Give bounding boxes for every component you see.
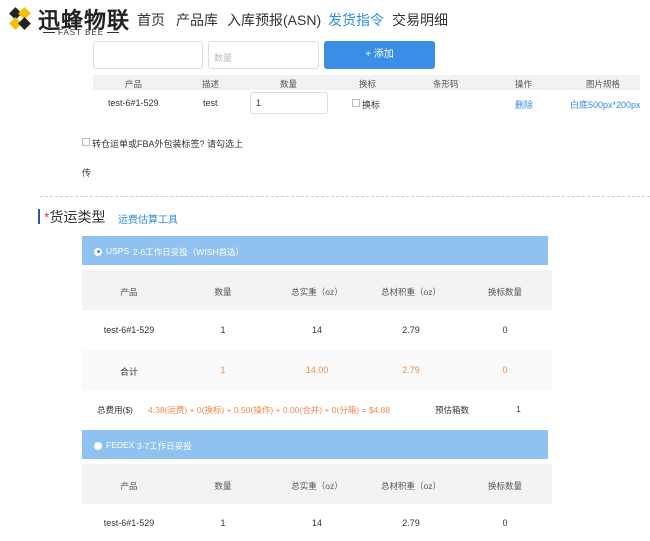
logo-subtitle: FAST BEE — [40, 28, 122, 37]
usps-row-volume: 2.79 — [402, 325, 420, 335]
col-description: 描述 — [202, 79, 220, 89]
quantity-input[interactable]: 数量 — [208, 41, 319, 69]
row-description: test — [203, 98, 218, 108]
freight-estimate-link[interactable]: 运费估算工具 — [118, 211, 178, 226]
box-count-value: 1 — [516, 404, 521, 414]
section-marker — [38, 209, 40, 224]
usps-total-relabel: 0 — [502, 365, 508, 375]
usps-name: USPS — [106, 246, 130, 256]
nav-home[interactable]: 首页 — [137, 10, 165, 30]
fedex-col-relabel: 换标数量 — [487, 481, 522, 491]
usps-total-qty: 1 — [220, 365, 226, 375]
usps-col-relabel: 换标数量 — [487, 287, 522, 297]
carrier-option-fedex[interactable]: FEDEX 3-7工作日妥投 — [82, 430, 548, 459]
row-product: test-6#1-529 — [108, 98, 159, 108]
box-count-label: 预估箱数 — [435, 405, 470, 415]
fedex-name: FEDEX — [106, 440, 135, 450]
fedex-desc: 3-7工作日妥投 — [137, 441, 192, 451]
usps-total-weight: 14.00 — [305, 365, 329, 375]
add-button[interactable]: + 添加 — [324, 41, 435, 69]
carrier-option-usps[interactable]: USPS 2-6工作日妥投（WISH首选） — [82, 236, 548, 265]
col-relabel: 换标 — [359, 79, 377, 89]
nav-shipping-orders[interactable]: 发货指令 — [328, 10, 384, 30]
nav-transactions[interactable]: 交易明细 — [392, 10, 448, 30]
usps-row-relabel: 0 — [502, 325, 508, 335]
fedex-col-volume: 总材积重（oz） — [381, 481, 441, 491]
usps-radio[interactable] — [94, 247, 102, 256]
usps-col-product: 产品 — [120, 287, 138, 297]
fedex-row-relabel: 0 — [502, 518, 508, 528]
usps-row-product: test-6#1-529 — [103, 325, 155, 335]
col-quantity: 数量 — [280, 79, 298, 89]
fedex-radio[interactable] — [94, 441, 102, 450]
total-fee-label: 总费用($) — [97, 405, 133, 415]
fedex-col-weight: 总实重（oz） — [291, 481, 343, 491]
relabel-label: 换标 — [362, 100, 381, 110]
shipping-type-label: 货运类型 — [49, 209, 106, 225]
usps-desc: 2-6工作日妥投（WISH首选） — [133, 247, 244, 257]
quantity-placeholder: 数量 — [214, 53, 233, 63]
upload-label: 传 — [82, 168, 92, 178]
transfer-label-text: 转仓运单或FBA外包装标签? 请勾选上 — [92, 139, 244, 149]
total-fee-formula: 4.38(运费) + 0(换标) + 0.50(操作) + 0.00(合并) +… — [148, 405, 391, 415]
delete-link[interactable]: 删除 — [515, 98, 533, 111]
usps-total-label: 合计 — [119, 367, 138, 377]
fedex-row-product: test-6#1-529 — [103, 518, 155, 528]
nav-product-library[interactable]: 产品库 — [176, 10, 218, 30]
usps-col-weight: 总实重（oz） — [291, 287, 343, 297]
usps-row-qty: 1 — [220, 325, 226, 335]
fedex-col-product: 产品 — [120, 481, 138, 491]
col-product: 产品 — [125, 79, 143, 89]
nav-inbound-asn[interactable]: 入库预报(ASN) — [227, 10, 321, 30]
relabel-checkbox[interactable] — [352, 99, 360, 107]
shipping-type-title: *货运类型 — [44, 207, 105, 227]
fedex-row-volume: 2.79 — [402, 518, 420, 528]
transfer-label-checkbox[interactable] — [82, 138, 90, 146]
fedex-col-qty: 数量 — [214, 481, 232, 491]
usps-total-volume: 2.79 — [402, 365, 420, 375]
usps-col-volume: 总材积重（oz） — [381, 287, 441, 297]
image-spec-link[interactable]: 白底500px*200px — [570, 98, 641, 111]
row-quantity-input[interactable]: 1 — [250, 92, 328, 114]
col-image-spec: 图片规格 — [586, 79, 621, 89]
product-select-input[interactable] — [93, 41, 203, 69]
col-barcode: 条形码 — [433, 79, 459, 89]
fedex-row-qty: 1 — [220, 518, 226, 528]
col-action: 操作 — [515, 79, 533, 89]
fedex-row-weight: 14 — [311, 518, 322, 528]
section-divider — [40, 196, 650, 197]
usps-row-weight: 14 — [311, 325, 322, 335]
logo-icon — [8, 6, 36, 34]
row-quantity-value: 1 — [256, 98, 262, 108]
usps-col-qty: 数量 — [214, 287, 232, 297]
